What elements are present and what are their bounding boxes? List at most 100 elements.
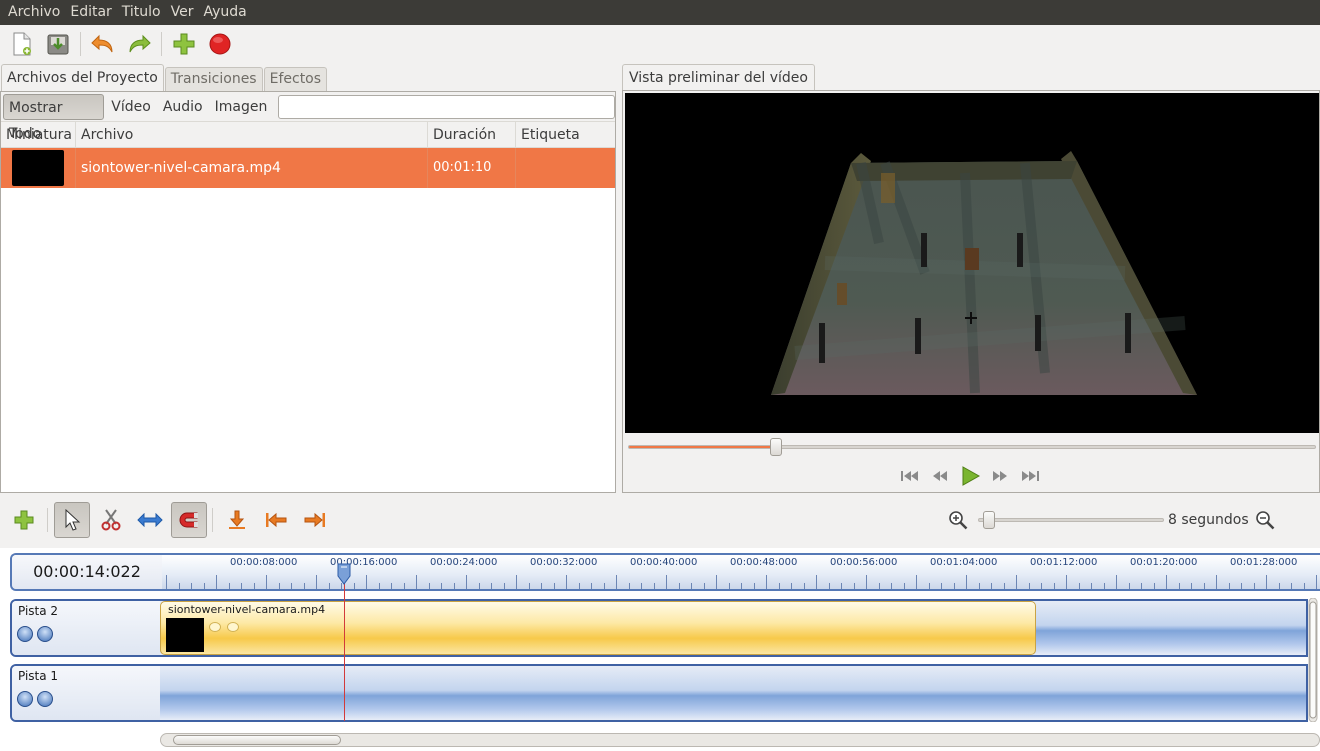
tab-video-preview[interactable]: Vista preliminar del vídeo [622, 64, 815, 91]
rewind-button[interactable] [929, 465, 951, 487]
add-files-icon [173, 33, 195, 55]
ruler-tick [1041, 583, 1042, 589]
fast-forward-button[interactable] [989, 465, 1011, 487]
ruler-tick [591, 583, 592, 589]
menu-archivo[interactable]: Archivo [3, 0, 65, 25]
video-frame [625, 93, 1319, 433]
track-visibility-icon[interactable] [17, 626, 33, 642]
tab-effects[interactable]: Efectos [263, 67, 328, 91]
project-tabs: Archivos del Proyecto Transiciones Efect… [0, 64, 616, 91]
resize-tool-button[interactable] [132, 502, 168, 538]
zoom-out-icon[interactable] [1255, 510, 1275, 530]
track-icons [17, 626, 53, 642]
razor-tool-button[interactable] [93, 502, 129, 538]
add-track-button[interactable] [6, 502, 42, 538]
play-button[interactable] [959, 465, 981, 487]
previous-marker-button[interactable] [258, 502, 294, 538]
column-thumbnail[interactable]: Miniatura [1, 122, 76, 148]
ruler-tick [891, 583, 892, 589]
preview-panel: Vista preliminar del vídeo [622, 64, 1320, 493]
filter-audio-button[interactable]: Audio [158, 94, 208, 120]
track-header: Pista 2 [12, 601, 160, 655]
track-audio-icon[interactable] [37, 626, 53, 642]
ruler-tick [1116, 575, 1117, 589]
track-name: Pista 2 [18, 604, 59, 618]
seek-slider-handle[interactable] [769, 438, 782, 456]
tab-project-files[interactable]: Archivos del Proyecto [1, 64, 164, 91]
add-files-button[interactable] [168, 28, 200, 60]
ruler-tick [328, 583, 330, 589]
clip-visibility-icon[interactable] [209, 622, 221, 632]
undo-button[interactable] [87, 28, 119, 60]
file-row[interactable]: siontower-nivel-camara.mp4 00:01:10 [1, 148, 615, 188]
record-button[interactable] [204, 28, 236, 60]
track-icons [17, 691, 53, 707]
menu-ayuda[interactable]: Ayuda [198, 0, 251, 25]
ruler-tick [441, 583, 442, 589]
tab-transitions[interactable]: Transiciones [164, 67, 263, 91]
ruler-tick [1241, 583, 1242, 589]
column-duration[interactable]: Duración [428, 122, 516, 148]
ruler-tick [491, 583, 492, 589]
ruler-tick [166, 575, 167, 589]
ruler-tick [1016, 575, 1017, 589]
ruler-time-label: 00:00:08:000 [230, 557, 298, 568]
preview-body [622, 90, 1320, 493]
track-audio-icon[interactable] [37, 691, 53, 707]
horizontal-scrollbar-thumb[interactable] [173, 735, 341, 745]
snapping-toggle-button[interactable] [171, 502, 207, 538]
track-visibility-icon[interactable] [17, 691, 33, 707]
ruler-tick [941, 583, 942, 589]
ruler-tick [966, 575, 967, 589]
vertical-scrollbar[interactable] [1308, 598, 1318, 722]
timeline-ruler[interactable]: 00:00:14:022 00:00:08:000 00:00:16:000 00:… [10, 553, 1320, 591]
ruler-tick [928, 583, 930, 589]
next-marker-button[interactable] [297, 502, 333, 538]
search-input[interactable] [278, 94, 615, 119]
ruler-tick [791, 583, 792, 589]
menu-ver[interactable]: Ver [166, 0, 199, 25]
track-pista-1[interactable]: Pista 1 [10, 664, 1308, 722]
previous-marker-icon [266, 512, 287, 528]
ruler-tick [316, 575, 317, 589]
ruler-tick [741, 583, 742, 589]
column-file[interactable]: Archivo [76, 122, 428, 148]
ruler-tick [841, 583, 842, 589]
horizontal-scrollbar[interactable] [160, 733, 1320, 747]
file-label-cell [516, 148, 615, 188]
jump-end-button[interactable] [1019, 465, 1041, 487]
timecode-display: 00:00:14:022 [12, 555, 162, 589]
timeline-clip[interactable]: siontower-nivel-camara.mp4 [160, 601, 1036, 655]
zoom-slider-handle[interactable] [982, 511, 995, 529]
save-project-button[interactable] [42, 28, 74, 60]
zoom-in-icon[interactable] [948, 510, 968, 530]
column-label[interactable]: Etiqueta [516, 122, 615, 148]
add-marker-button[interactable] [219, 502, 255, 538]
filter-show-all-button[interactable]: Mostrar Todo [3, 93, 105, 142]
menu-titulo[interactable]: Titulo [117, 0, 166, 25]
ruler-tick [303, 583, 305, 589]
ruler-tick [466, 575, 467, 589]
redo-button[interactable] [123, 28, 155, 60]
seek-slider-track[interactable] [628, 445, 1316, 449]
filter-video-button[interactable]: Vídeo [106, 94, 156, 120]
clip-icons [209, 622, 239, 632]
track-pista-2[interactable]: Pista 2 siontower-nivel-camara.mp4 [10, 599, 1308, 657]
main-toolbar [0, 25, 1320, 63]
filter-image-button[interactable]: Imagen [210, 94, 273, 120]
file-thumbnail-cell [1, 148, 76, 188]
ruler-tick [1166, 575, 1167, 589]
clip-audio-icon[interactable] [227, 622, 239, 632]
ruler-tick [628, 583, 630, 589]
project-panel: Archivos del Proyecto Transiciones Efect… [0, 64, 616, 493]
jump-start-button[interactable] [899, 465, 921, 487]
new-project-button[interactable] [6, 28, 38, 60]
ruler-tick [766, 575, 767, 589]
ruler-tick [1191, 583, 1192, 589]
file-duration-cell: 00:01:10 [428, 148, 516, 188]
menu-editar[interactable]: Editar [65, 0, 116, 25]
zoom-slider-track[interactable] [978, 511, 1164, 529]
playhead-handle[interactable] [336, 563, 352, 585]
select-tool-button[interactable] [54, 502, 90, 538]
ruler-tick [366, 575, 367, 589]
